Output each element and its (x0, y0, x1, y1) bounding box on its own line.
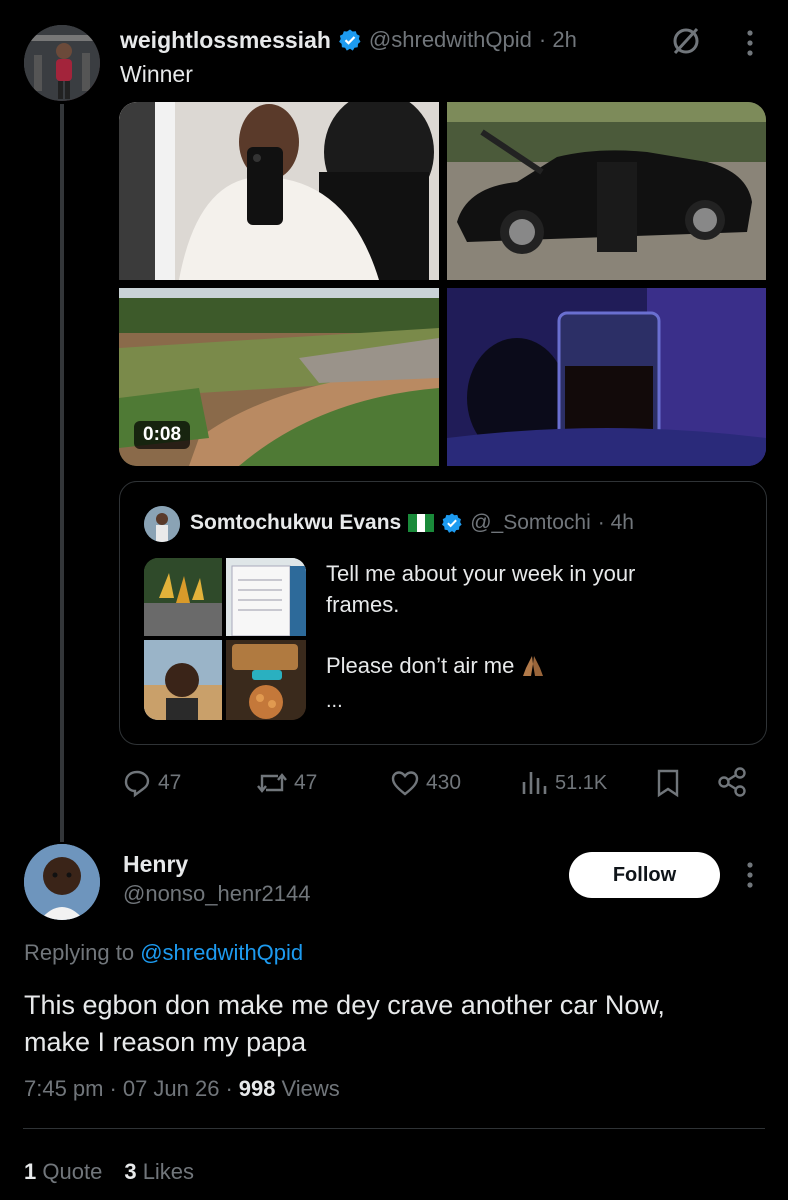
likes-label: Likes (142, 1159, 195, 1184)
follow-button[interactable]: Follow (569, 852, 720, 898)
quoted-media-thumb-notebook[interactable] (226, 558, 306, 636)
quoted-author-handle[interactable]: @_Somtochi (470, 511, 591, 535)
post-time[interactable]: · 2h (539, 27, 577, 53)
quoted-media-thumb-selfie[interactable] (144, 640, 222, 720)
engagement-summary: 1 Quote 3 Likes (24, 1159, 194, 1185)
reply-author-handle[interactable]: @nonso_henr2144 (123, 881, 310, 907)
author-avatar[interactable] (24, 25, 100, 101)
likes-count: 3 (124, 1159, 137, 1184)
reply-text-line1: This egbon don make me dey crave another… (24, 990, 665, 1020)
quote-label: Quote (42, 1159, 103, 1184)
quoted-text-line1: Tell me about your week in your (326, 561, 636, 586)
media-photo-drink[interactable] (447, 288, 766, 466)
more-options-icon[interactable] (744, 28, 756, 58)
quoted-post-card[interactable]: Somtochukwu Evans @_Somtochi · 4h Tell m… (119, 481, 767, 745)
replying-to-handle[interactable]: @shredwithQpid (140, 940, 303, 965)
post-text: Winner (120, 61, 193, 87)
reply-date[interactable]: 07 Jun 26 (123, 1076, 220, 1102)
media-video-landscape[interactable]: 0:08 (119, 288, 439, 466)
like-count: 430 (426, 771, 462, 794)
media-photo-selfie[interactable] (119, 102, 439, 280)
gym-photo-icon (24, 25, 100, 101)
reply-author-name[interactable]: Henry (123, 851, 188, 878)
reply-meta: 7:45 pm · 07 Jun 26 · 998 Views (24, 1076, 340, 1102)
quoted-post-time[interactable]: · 4h (598, 511, 634, 535)
quoted-media-thumb-food[interactable] (144, 558, 222, 636)
reply-time[interactable]: 7:45 pm (24, 1076, 104, 1102)
views-count: 51.1K (555, 771, 608, 794)
quoted-text-line3: Please don’t air me (326, 653, 515, 678)
replying-to: Replying to @shredwithQpid (24, 940, 303, 966)
repost-icon (257, 773, 287, 793)
grok-icon[interactable] (669, 24, 703, 58)
reply-text: This egbon don make me dey crave another… (24, 987, 769, 1061)
quoted-author-name[interactable]: Somtochukwu Evans (190, 511, 401, 535)
heart-icon (391, 771, 419, 796)
reply-text-line2: make I reason my papa (24, 1027, 307, 1057)
replying-to-prefix: Replying to (24, 940, 141, 965)
divider (23, 1128, 765, 1129)
like-action[interactable]: 430 (390, 768, 461, 798)
folded-hands-icon (523, 656, 544, 676)
reply-views-label: Views (281, 1076, 340, 1101)
reply-more-options-icon[interactable] (744, 860, 756, 890)
reply-views-count: 998 (238, 1076, 276, 1101)
video-duration-badge: 0:08 (134, 421, 191, 449)
quoted-text-line2: frames. (326, 592, 400, 617)
video-duration-text: 0:08 (143, 424, 182, 445)
quoted-media-thumb-snacks[interactable] (226, 640, 306, 720)
share-icon[interactable] (716, 766, 748, 803)
views-action[interactable]: 51.1K (521, 768, 607, 798)
media-photo-car[interactable] (447, 102, 766, 280)
author-handle[interactable]: @shredwithQpid (369, 27, 532, 53)
verified-badge-icon (339, 29, 361, 51)
verified-badge-icon (442, 513, 462, 533)
views-icon (522, 772, 547, 794)
reply-icon (124, 770, 150, 798)
bookmark-icon[interactable] (655, 768, 681, 803)
repost-count: 47 (294, 771, 318, 794)
quoted-text-ellipsis: ... (326, 690, 343, 712)
likes-stat[interactable]: 3 Likes (124, 1159, 194, 1185)
quote-count: 1 (24, 1159, 37, 1184)
repost-action[interactable]: 47 (256, 768, 317, 798)
reply-author-avatar[interactable] (24, 844, 100, 920)
thread-line (60, 104, 64, 842)
author-name[interactable]: weightlossmessiah (120, 27, 331, 54)
quote-stat[interactable]: 1 Quote (24, 1159, 102, 1185)
quoted-author-avatar[interactable] (144, 506, 180, 542)
reply-count: 47 (158, 771, 182, 794)
nigeria-flag-icon (408, 514, 435, 532)
reply-action[interactable]: 47 (122, 768, 181, 798)
